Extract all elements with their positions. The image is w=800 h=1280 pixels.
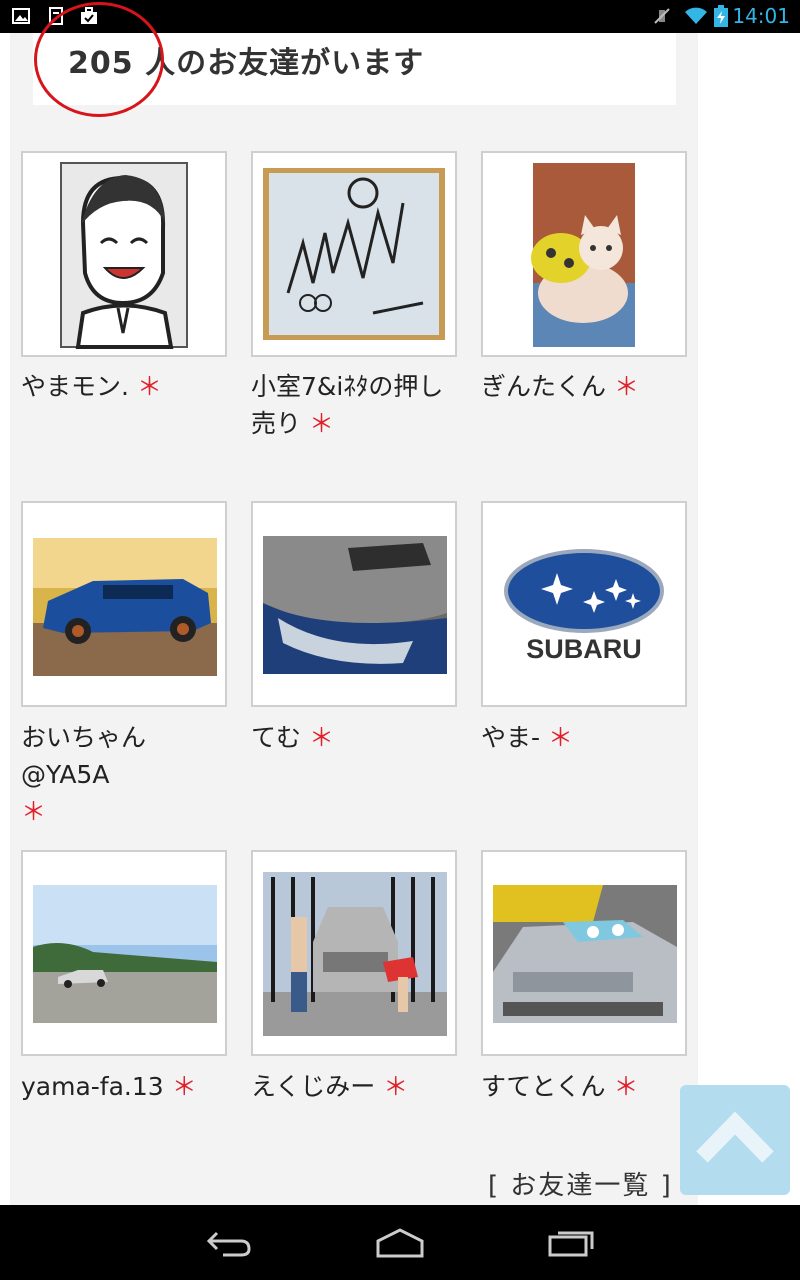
red-annotation-circle: [34, 2, 164, 117]
people-and-car-photo-image: [263, 872, 447, 1036]
battery-charging-icon: [714, 5, 728, 27]
new-mark: ＊: [614, 372, 640, 401]
friend-thumbnail-5[interactable]: [251, 501, 457, 707]
friend-thumbnail-6[interactable]: SUBARU: [481, 501, 687, 707]
recent-apps-icon[interactable]: [546, 1227, 598, 1259]
road-car-photo-image: [33, 885, 217, 1023]
new-mark: ＊: [613, 1072, 639, 1101]
back-icon[interactable]: [203, 1227, 255, 1259]
vibrate-mute-icon: [654, 8, 670, 24]
new-mark: ＊: [136, 372, 162, 401]
friend-thumbnail-3[interactable]: [481, 151, 687, 357]
friend-name-5[interactable]: てむ＊: [251, 719, 461, 756]
gallery-notification-icon: [12, 8, 30, 24]
navigation-bar: [0, 1205, 800, 1280]
friend-name-3[interactable]: ぎんたくん＊: [481, 368, 691, 405]
new-mark: ＊: [383, 1072, 409, 1101]
caricature-avatar-image: [60, 162, 188, 349]
friends-list-link[interactable]: [ お友達一覧 ]: [488, 1165, 673, 1202]
cat-photo-image: [531, 163, 635, 347]
friend-name-7[interactable]: yama-fa.13 ＊: [21, 1068, 231, 1105]
new-mark: ＊: [309, 723, 335, 752]
friend-thumbnail-7[interactable]: [21, 850, 227, 1056]
autograph-board-image: [263, 168, 445, 340]
friend-name-4[interactable]: おいちゃん@YA5A ＊: [21, 719, 231, 830]
friend-name-1[interactable]: やまモン. ＊: [21, 368, 231, 405]
friend-thumbnail-8[interactable]: [251, 850, 457, 1056]
friend-thumbnail-2[interactable]: [251, 151, 457, 357]
wifi-icon: [685, 7, 707, 24]
chevron-up-icon: [696, 1111, 774, 1163]
new-mark: ＊: [309, 409, 335, 438]
carbon-hood-car-image: [263, 536, 447, 674]
blue-wagon-car-image: [33, 538, 217, 676]
friend-thumbnail-9[interactable]: [481, 850, 687, 1056]
friend-thumbnail-1[interactable]: [21, 151, 227, 357]
silver-sedan-photo-image: [493, 885, 677, 1023]
new-mark: ＊: [548, 723, 574, 752]
scroll-to-top-button[interactable]: [680, 1085, 790, 1195]
home-icon[interactable]: [374, 1227, 426, 1259]
subaru-logo-text: SUBARU: [526, 634, 642, 664]
subaru-logo-image: SUBARU: [504, 549, 664, 664]
friend-name-8[interactable]: えくじみー＊: [251, 1068, 461, 1105]
friend-name-2[interactable]: 小室7&iﾈﾀの押し売り＊: [251, 368, 461, 442]
friend-name-9[interactable]: すてとくん＊: [481, 1068, 691, 1105]
new-mark: ＊: [171, 1072, 197, 1101]
new-mark: ＊: [21, 797, 47, 826]
clock: 14:01: [732, 4, 790, 28]
friend-thumbnail-4[interactable]: [21, 501, 227, 707]
friend-name-6[interactable]: やま- ＊: [481, 719, 691, 756]
